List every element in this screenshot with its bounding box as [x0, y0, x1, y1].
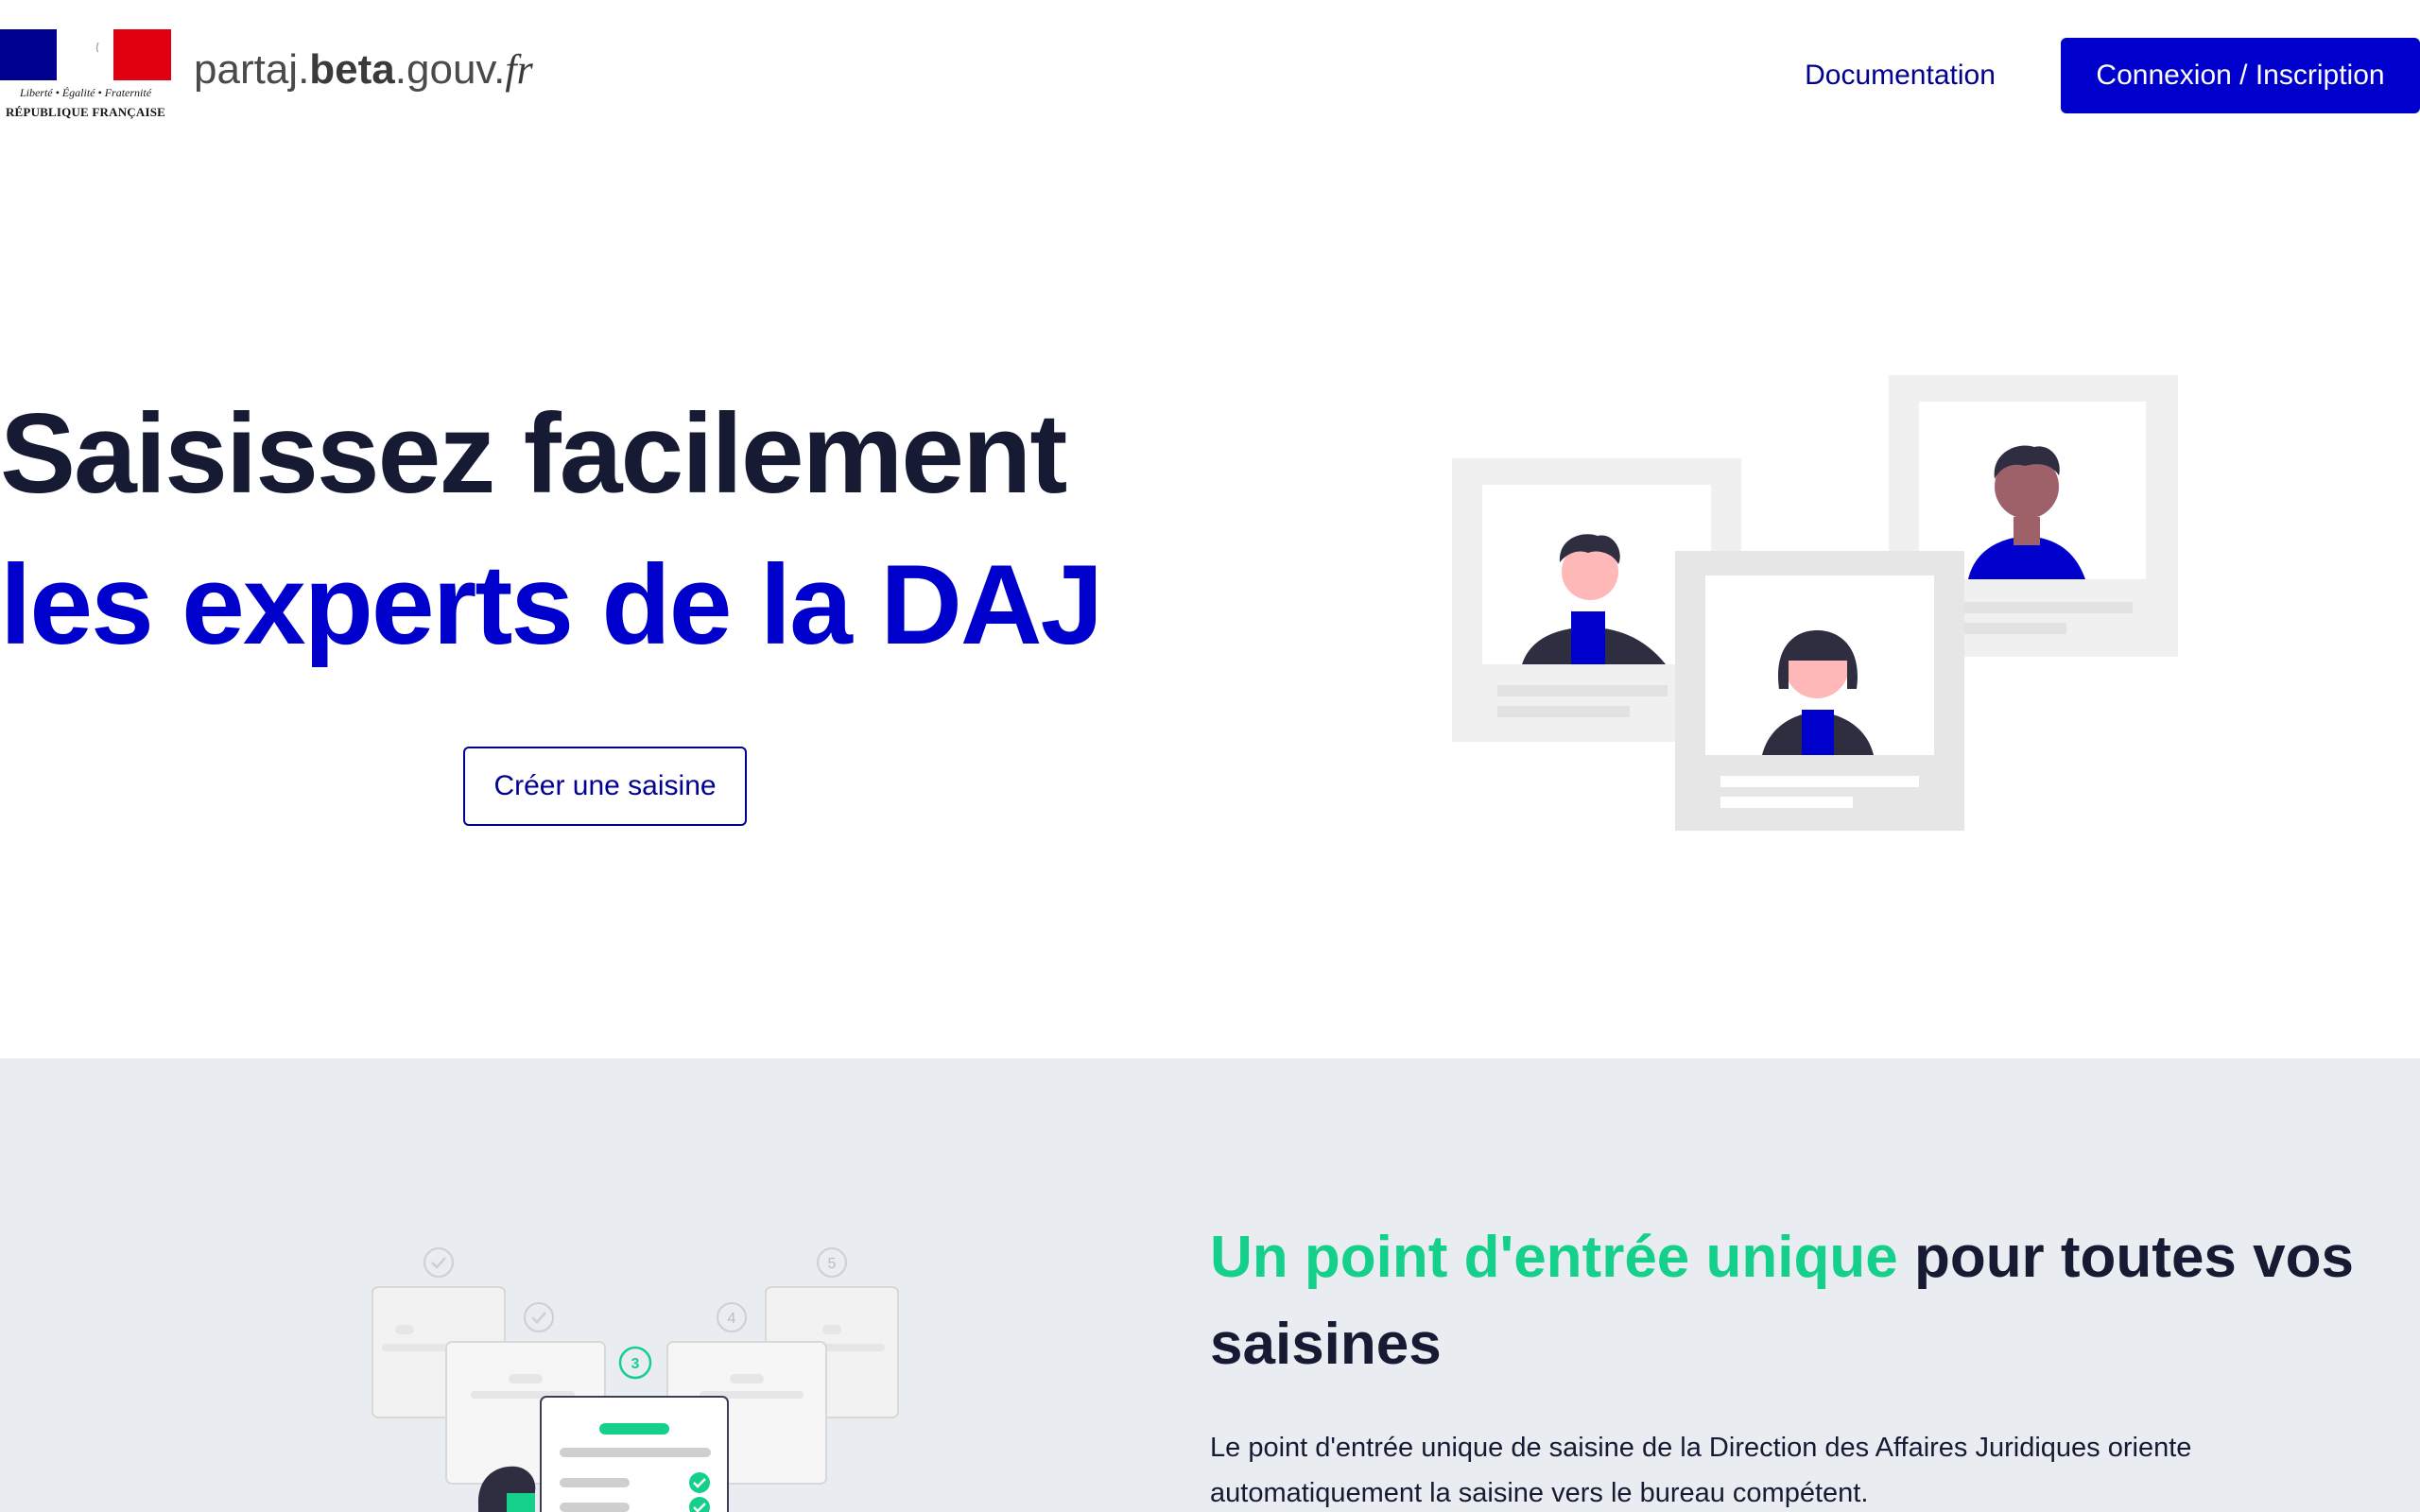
hero-title-line-1: Saisissez facilement [0, 390, 1067, 517]
logo-motto: Liberté • Égalité • Fraternité [19, 86, 152, 99]
brand-part-1: partaj. [194, 46, 310, 93]
workflow-steps-illustration: 5 4 3 [372, 1247, 899, 1512]
brand-part-3: .gouv. [394, 46, 506, 93]
hero-title: Saisissez facilement les experts de la D… [0, 378, 1103, 680]
site-brand[interactable]: partaj.beta.gouv.fr [194, 45, 533, 94]
single-entry-section: 5 4 3 Un point d'entrée unique pour tout… [0, 1058, 2420, 1512]
section-title-accent: Un point d'entrée unique [1210, 1225, 1898, 1290]
step-number-5: 5 [828, 1256, 837, 1272]
logo-institution: RÉPUBLIQUE FRANÇAISE [5, 105, 166, 119]
brand-part-2: beta [309, 46, 395, 93]
section-title: Un point d'entrée unique pour toutes vos… [1210, 1214, 2392, 1388]
section-description: Le point d'entrée unique de saisine de l… [1210, 1433, 2192, 1508]
login-signup-button[interactable]: Connexion / Inscription [2061, 38, 2420, 113]
expert-card-middle [1675, 551, 1964, 831]
republique-francaise-logo[interactable]: Liberté • Égalité • Fraternité RÉPUBLIQU… [0, 29, 171, 122]
marianne-icon [60, 37, 107, 73]
flag-block [0, 29, 171, 80]
documentation-link[interactable]: Documentation [1777, 38, 2023, 113]
site-header: Liberté • Égalité • Fraternité RÉPUBLIQU… [0, 0, 2420, 151]
experts-illustration [1452, 375, 2178, 831]
brand-part-4: fr [505, 46, 533, 93]
hero-title-line-2: les experts de la DAJ [0, 541, 1103, 668]
step-number-3: 3 [631, 1356, 640, 1372]
step-number-4: 4 [728, 1311, 736, 1327]
create-referral-button[interactable]: Créer une saisine [463, 747, 747, 826]
